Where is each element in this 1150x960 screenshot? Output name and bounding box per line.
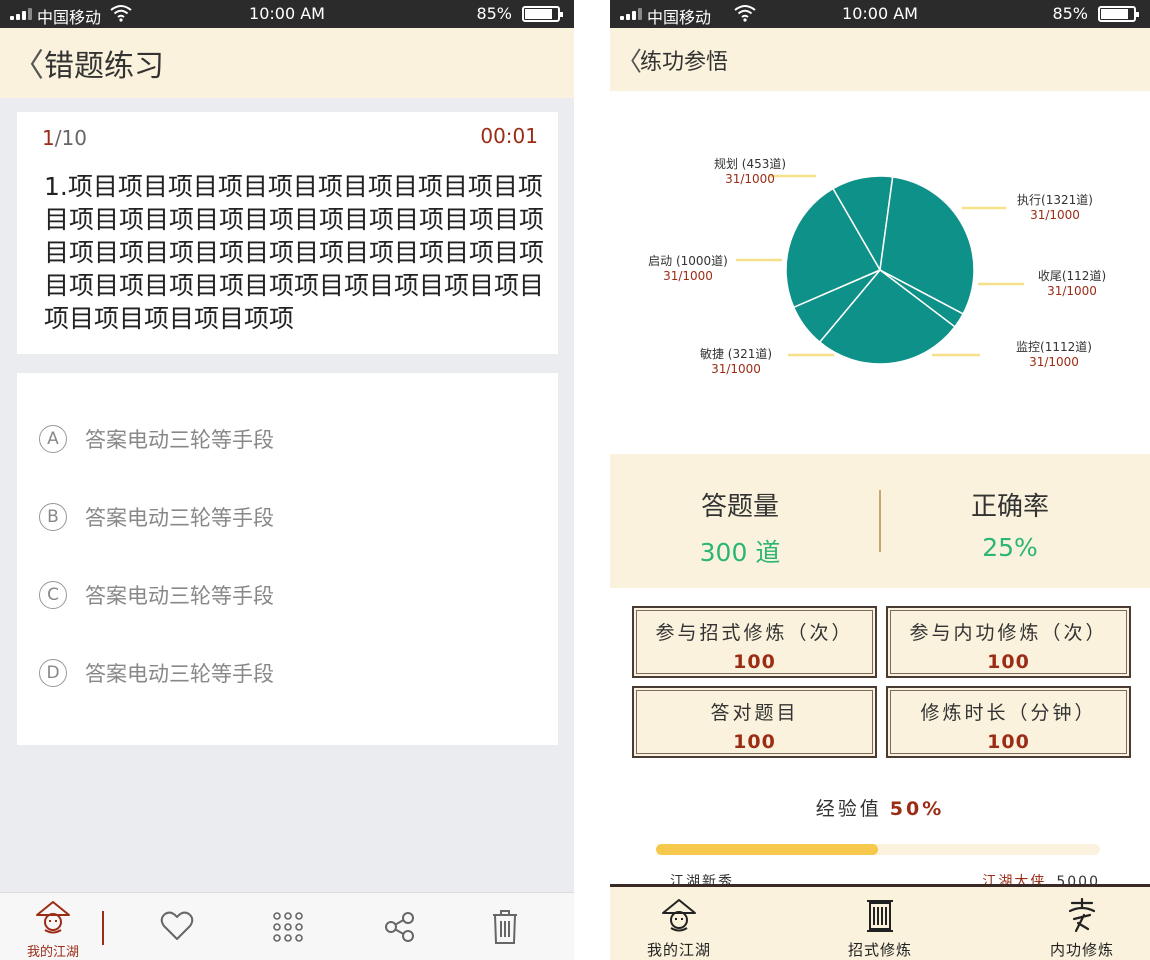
- timer: 00:01: [480, 124, 538, 148]
- page-title: 练功参悟: [640, 49, 729, 75]
- back-icon[interactable]: 〈: [12, 40, 44, 86]
- wrong-questions-screen: 中国移动 10:00 AM 85% 〈 错题练习 1/10 00:01 1.项目…: [0, 0, 574, 960]
- option-a[interactable]: A 答案电动三轮等手段: [39, 423, 274, 455]
- scroll-icon: [867, 900, 893, 932]
- pie-sublabel-exec: 31/1000: [1030, 208, 1080, 222]
- stat-box-moves-practice: 参与招式修炼（次） 100: [632, 606, 877, 678]
- answer-count-label: 答题量: [700, 492, 779, 522]
- option-text: 答案电动三轮等手段: [85, 584, 274, 608]
- stat-box-value: 100: [733, 731, 776, 753]
- stat-box-correct-answers: 答对题目 100: [632, 686, 877, 758]
- pie-sublabel-plan: 31/1000: [725, 172, 775, 186]
- experience-progress-fill: [656, 844, 878, 855]
- tab-moves-practice[interactable]: 招式修炼: [825, 887, 935, 960]
- question-card: 1/10 00:01 1.项目项目项目项目项目项目项目项目项目项目项目项目项目项…: [17, 112, 558, 354]
- stat-box-label: 参与内功修炼（次）: [909, 622, 1108, 644]
- stat-box-label: 修炼时长（分钟）: [920, 702, 1097, 724]
- option-text: 答案电动三轮等手段: [85, 428, 274, 452]
- option-letter: B: [39, 503, 67, 531]
- total-questions: /10: [54, 126, 87, 150]
- option-c[interactable]: C 答案电动三轮等手段: [39, 579, 274, 611]
- accuracy-stat: 正确率 25%: [880, 486, 1140, 562]
- bottom-toolbar: 我的江湖: [0, 892, 574, 960]
- stat-box-value: 100: [987, 651, 1030, 673]
- grid-icon[interactable]: [272, 911, 304, 943]
- pie-label-monitor: 监控(1112道): [1016, 340, 1092, 354]
- option-letter: A: [39, 425, 67, 453]
- answer-count-value: 300 道: [699, 538, 781, 567]
- option-letter: D: [39, 659, 67, 687]
- tab-label: 内功修炼: [1049, 941, 1114, 959]
- option-letter: C: [39, 581, 67, 609]
- pie-chart-svg: 规划 (453道)31/1000执行(1321道)31/1000收尾(112道)…: [648, 156, 1106, 376]
- pie-label-exec: 执行(1321道): [1017, 193, 1093, 207]
- stat-box-practice-duration: 修炼时长（分钟） 100: [886, 686, 1131, 758]
- accuracy-value: 25%: [982, 533, 1038, 562]
- pie-sublabel-monitor: 31/1000: [1029, 355, 1079, 369]
- battery-icon: [522, 6, 563, 22]
- accuracy-label: 正确率: [970, 492, 1049, 522]
- nav-bar: 〈 错题练习: [0, 28, 574, 98]
- hat-person-icon: [662, 899, 696, 932]
- pie-label-start: 启动 (1000道): [648, 254, 728, 268]
- back-icon[interactable]: 〈: [616, 41, 642, 78]
- question-progress: 1/10: [42, 126, 87, 150]
- tab-divider: [102, 911, 104, 945]
- stat-box-label: 答对题目: [710, 702, 799, 724]
- battery-percent: 85%: [1052, 4, 1088, 23]
- pie-sublabel-agile: 31/1000: [711, 362, 761, 376]
- hat-person-icon: [36, 901, 70, 934]
- stat-box-inner-practice: 参与内功修炼（次） 100: [886, 606, 1131, 678]
- tab-label: 我的江湖: [26, 945, 79, 960]
- share-icon[interactable]: [384, 911, 416, 943]
- martial-icon: [1068, 897, 1096, 933]
- option-b[interactable]: B 答案电动三轮等手段: [39, 501, 274, 533]
- status-bar: 中国移动 10:00 AM 85%: [610, 0, 1150, 28]
- heart-icon[interactable]: [160, 911, 194, 941]
- option-d[interactable]: D 答案电动三轮等手段: [39, 657, 274, 689]
- practice-insight-screen: 中国移动 10:00 AM 85% 〈 练功参悟 规划 (453道) 31/100…: [610, 0, 1150, 960]
- stat-box-value: 100: [733, 651, 776, 673]
- pie-label-plan: 规划 (453道): [714, 156, 786, 171]
- experience-progress-bar: [656, 844, 1100, 855]
- option-text: 答案电动三轮等手段: [85, 662, 274, 686]
- experience-label: 经验值: [815, 798, 882, 820]
- current-question: 1: [42, 126, 55, 150]
- question-text: 1.项目项目项目项目项目项目项目项目项目项目项目项目项目项目项目项目项目项目项目…: [44, 172, 545, 333]
- trash-icon[interactable]: [491, 909, 519, 945]
- answer-count-stat: 答题量 300 道: [610, 486, 870, 569]
- stat-box-label: 参与招式修炼（次）: [655, 622, 854, 644]
- battery-percent: 85%: [476, 4, 512, 23]
- tab-my-jianghu[interactable]: 我的江湖: [18, 893, 88, 960]
- nav-bar: 〈 练功参悟: [610, 28, 1150, 91]
- options-card: A 答案电动三轮等手段 B 答案电动三轮等手段 C 答案电动三轮等手段 D 答案…: [17, 373, 558, 745]
- bottom-tab-bar: 我的江湖 招式修炼 内功修炼: [610, 884, 1150, 960]
- option-text: 答案电动三轮等手段: [85, 506, 274, 530]
- pie-label-agile: 敏捷 (321道): [700, 346, 772, 361]
- pie-sublabel-close: 31/1000: [1047, 284, 1097, 298]
- battery-icon: [1098, 6, 1139, 22]
- experience-value: 50%: [889, 798, 945, 820]
- stat-box-value: 100: [987, 731, 1030, 753]
- tab-my-jianghu[interactable]: 我的江湖: [624, 887, 734, 960]
- tab-label: 我的江湖: [646, 941, 711, 959]
- stats-panel: 答题量 300 道 正确率 25%: [610, 454, 1150, 588]
- experience-label-row: 经验值 50%: [610, 794, 1150, 821]
- tab-label: 招式修炼: [847, 941, 912, 959]
- page-title: 错题练习: [44, 49, 164, 84]
- category-pie-chart: 规划 (453道) 31/1000 执行(1321道) 31/1000 收尾(112道)…: [610, 110, 1150, 430]
- pie-sublabel-start: 31/1000: [663, 269, 713, 283]
- status-bar: 中国移动 10:00 AM 85%: [0, 0, 574, 28]
- tab-inner-practice[interactable]: 内功修炼: [1027, 887, 1137, 960]
- pie-label-close: 收尾(112道): [1038, 269, 1106, 283]
